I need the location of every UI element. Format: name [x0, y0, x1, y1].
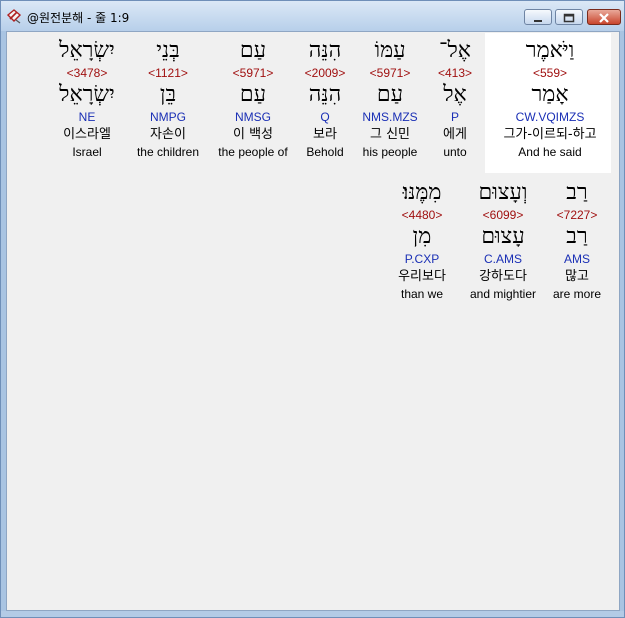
- english-gloss: the people of: [218, 145, 288, 159]
- english-gloss: And he said: [518, 145, 582, 159]
- hebrew-word: מִמֶּנּוּ׃: [402, 180, 442, 205]
- minimize-icon: [533, 8, 543, 27]
- english-gloss: Israel: [72, 145, 102, 159]
- word-column[interactable]: מִמֶּנּוּ׃ <4480> מִן P.CXP 우리보다 than we: [374, 175, 470, 302]
- hebrew-word: יִשְׂרָאֵל: [59, 38, 115, 63]
- close-icon: [598, 8, 610, 27]
- app-window: @원전분해 - 줄 1:9 וַיֹּאמֶר <559> אָמַר CW.VQIM…: [0, 0, 625, 618]
- analysis-pane[interactable]: וַיֹּאמֶר <559> אָמַר CW.VQIMZS 그가-이르되-하고 And…: [6, 31, 620, 611]
- hebrew-root: מִן: [412, 224, 432, 249]
- korean-gloss: 그가-이르되-하고: [503, 127, 597, 142]
- maximize-icon: [563, 8, 575, 27]
- maximize-button[interactable]: [555, 9, 583, 25]
- strong-number: <3478>: [66, 66, 108, 80]
- title-bar[interactable]: @원전분해 - 줄 1:9: [1, 1, 624, 31]
- parsing-code: NMSG: [235, 110, 271, 124]
- minimize-button[interactable]: [524, 9, 552, 25]
- hebrew-word: וַיֹּאמֶר: [525, 38, 575, 63]
- parsing-code: NE: [78, 110, 96, 124]
- word-column[interactable]: וַיֹּאמֶר <559> אָמַר CW.VQIMZS 그가-이르되-하고 And…: [502, 33, 598, 160]
- word-column[interactable]: יִשְׂרָאֵל <3478> יִשְׂרָאֵל NE 이스라엘 Israel: [39, 33, 135, 160]
- parsing-code: CW.VQIMZS: [515, 110, 585, 124]
- strong-number: <4480>: [401, 208, 443, 222]
- word-column[interactable]: עַם <5971> עַם NMSG 이 백성 the people of: [205, 33, 301, 160]
- status-bar: [1, 611, 624, 617]
- strong-number: <559>: [532, 66, 568, 80]
- close-button[interactable]: [587, 9, 621, 25]
- parsing-code: P.CXP: [404, 252, 440, 266]
- korean-gloss: 우리보다: [398, 269, 446, 284]
- hebrew-root: עַם: [239, 82, 267, 107]
- hebrew-root: אָמַר: [531, 82, 569, 107]
- window-title: @원전분해 - 줄 1:9: [27, 11, 130, 25]
- book-pencil-icon[interactable]: [5, 7, 23, 25]
- english-gloss: than we: [400, 287, 444, 301]
- korean-gloss: 이 백성: [232, 127, 273, 142]
- strong-number: <5971>: [232, 66, 274, 80]
- hebrew-root: יִשְׂרָאֵל: [59, 82, 115, 107]
- hebrew-word: עַם: [239, 38, 267, 63]
- korean-gloss: 이스라엘: [63, 127, 111, 142]
